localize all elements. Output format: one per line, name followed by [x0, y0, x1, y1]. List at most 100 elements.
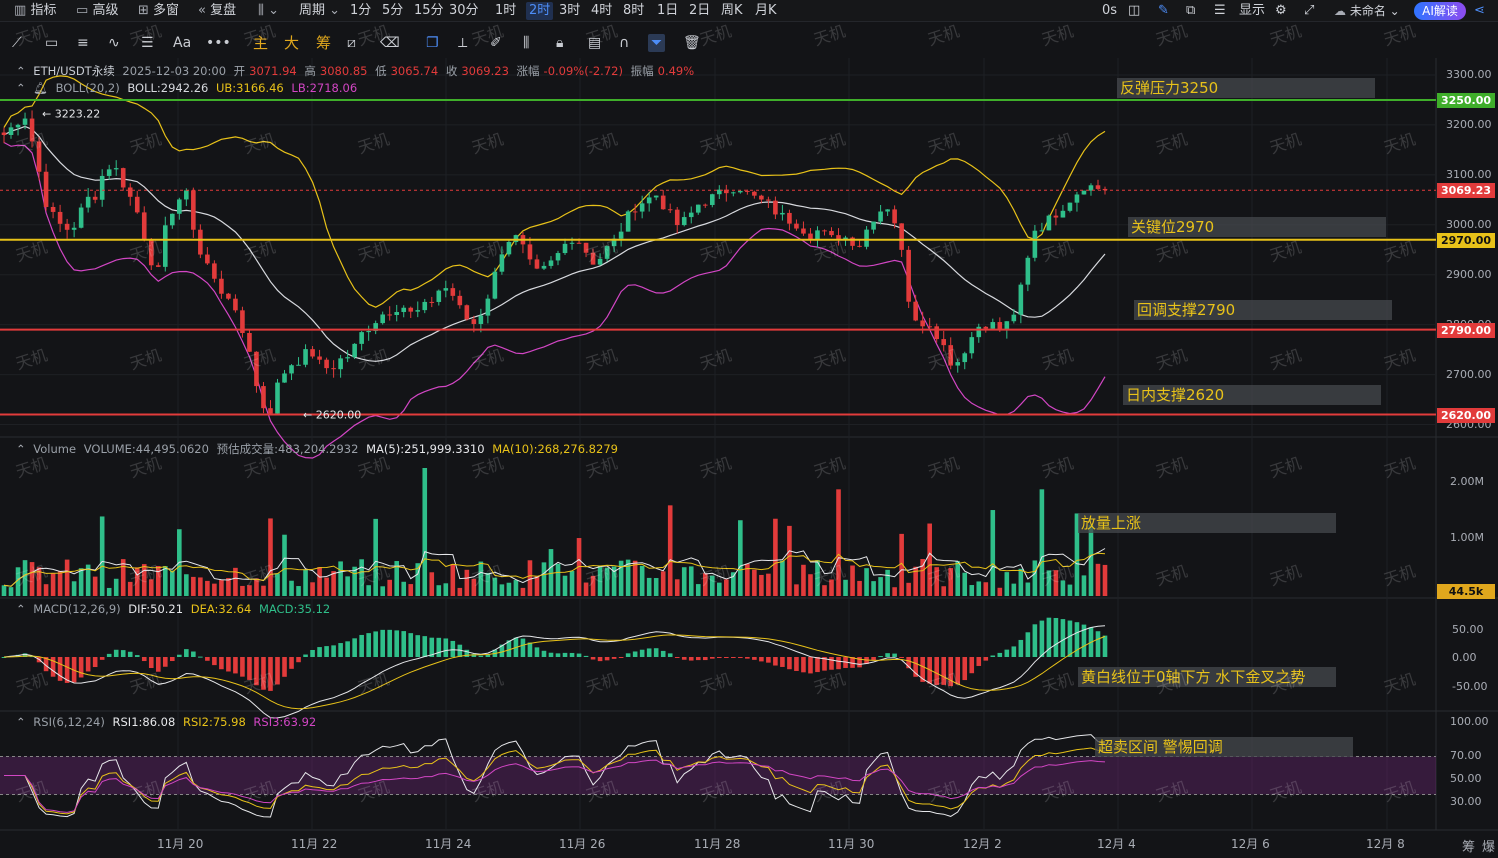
pen-icon[interactable]: ✎ [1158, 2, 1169, 20]
parallel-channel-icon[interactable]: ≡ [77, 34, 89, 52]
price-tick: 3000.00 [1446, 217, 1492, 231]
bars-icon[interactable]: ⫼ [523, 34, 529, 52]
clipboard-icon[interactable]: ▤ [588, 34, 601, 52]
macd-histogram-bar [773, 657, 778, 666]
volume-bar [492, 577, 498, 596]
macd-histogram-bar [359, 634, 364, 657]
interval-1[interactable]: 5分 [382, 2, 403, 20]
interval-9[interactable]: 1日 [657, 2, 678, 20]
volume-bar [387, 579, 393, 596]
trash-icon[interactable]: 🗑︎ [683, 34, 701, 52]
volume-bar [709, 575, 715, 596]
annotation-resistance[interactable]: 反弹压力3250 [1117, 78, 1375, 98]
volume-bar [345, 576, 350, 596]
candle-body [1025, 257, 1031, 285]
settings-icon[interactable]: ⚙ [1275, 2, 1287, 20]
filter-icon[interactable]: ⏷ [648, 34, 666, 52]
macd-histogram-bar [976, 657, 982, 666]
volume-bar [317, 567, 322, 596]
boll-lb: LB:2718.06 [291, 81, 358, 95]
candle-body [1095, 185, 1101, 189]
datetime: 2025-12-03 20:00 [122, 64, 227, 78]
eraser-icon[interactable]: ⌫ [380, 34, 400, 52]
volume-bar [653, 578, 659, 596]
interval-3[interactable]: 30分 [449, 2, 479, 20]
display-button[interactable]: 显示 [1239, 2, 1265, 20]
annotation-key-level[interactable]: 关键位2970 [1128, 217, 1386, 237]
chart-canvas[interactable]: ← 3223.22 ← 2620.00 [0, 0, 1498, 858]
volume-bar [268, 518, 273, 596]
trend-line-icon[interactable]: ⟋ [12, 34, 22, 52]
annotation-macd[interactable]: 黄白线位于0轴下方 水下金叉之势 [1078, 667, 1336, 687]
share-icon[interactable]: ⋖ [1474, 2, 1485, 20]
interval-7[interactable]: 4时 [591, 2, 612, 20]
interval-0[interactable]: 1分 [350, 2, 371, 20]
macd-histogram-bar [170, 657, 175, 662]
candle-body [120, 168, 126, 188]
annotation-intraday-support[interactable]: 日内支撑2620 [1123, 385, 1381, 405]
lock-icon[interactable]: 🔒︎ [556, 34, 563, 52]
magnet-icon[interactable]: ∩ [619, 34, 629, 52]
interval-11[interactable]: 周K [721, 2, 743, 20]
candle-body [50, 206, 56, 212]
volume-bar [212, 583, 217, 596]
fullscreen-icon[interactable]: ⤢ [1304, 2, 1314, 20]
chips-toggle[interactable]: 筹 [316, 34, 331, 52]
candle-body [941, 339, 947, 346]
volume-bar [485, 572, 491, 596]
annotation-pullback-support[interactable]: 回调支撑2790 [1134, 300, 1392, 320]
volume-bar [513, 580, 519, 596]
text-tool[interactable]: Aa [173, 34, 191, 52]
candle-body [1074, 194, 1080, 203]
popout-icon[interactable]: ⧉ [1186, 2, 1195, 20]
chart-type-dropdown[interactable]: ⫼ ⌄ [258, 2, 279, 20]
interval-2[interactable]: 15分 [414, 2, 444, 20]
annotation-rsi[interactable]: 超卖区间 警惕回调 [1095, 737, 1353, 757]
price-tick: 3200.00 [1446, 117, 1492, 131]
candle-body [681, 217, 687, 226]
big-toggle[interactable]: 大 [284, 34, 299, 52]
copy-icon[interactable]: ❐ [426, 34, 439, 52]
macd-histogram-bar [1018, 639, 1024, 657]
brush-icon[interactable]: ✐ [490, 34, 502, 52]
candle-body [906, 249, 911, 302]
interval-6[interactable]: 3时 [559, 2, 580, 20]
period-dropdown[interactable]: 周期 ⌄ [299, 2, 340, 20]
volume-bar [408, 584, 414, 596]
macd-histogram-bar [113, 649, 119, 657]
interval-12[interactable]: 月K [755, 2, 777, 20]
advanced-button[interactable]: ▭ 高级 [76, 2, 118, 20]
interval-8[interactable]: 8时 [623, 2, 644, 20]
ruler-icon[interactable]: ⟂ [458, 34, 467, 52]
ai-analysis-button[interactable]: AI解读 [1414, 2, 1466, 20]
edit-icon[interactable]: ⧄ [347, 34, 356, 52]
chevron-icon: ⌃ [16, 602, 26, 616]
replay-button[interactable]: « 复盘 [198, 2, 236, 20]
indicator-button[interactable]: ▥ 指标 [14, 2, 56, 20]
interval-10[interactable]: 2日 [689, 2, 710, 20]
interval-5[interactable]: 2时 [526, 2, 554, 20]
volume-bar [724, 579, 729, 596]
macd-name: MACD(12,26,9) [33, 602, 121, 616]
wave-icon[interactable]: ∿ [108, 34, 120, 52]
layout-name-button[interactable]: ☁ 未命名 ⌄ [1334, 2, 1400, 20]
rectangle-icon[interactable]: ▭ [45, 34, 58, 52]
amp-value: 0.49% [657, 64, 695, 78]
macd-histogram-bar [695, 657, 701, 661]
list-icon[interactable]: ☰ [1214, 2, 1226, 20]
macd-histogram-bar [198, 656, 203, 658]
fib-lines-icon[interactable]: ☰ [141, 34, 154, 52]
interval-4[interactable]: 1时 [495, 2, 516, 20]
camera-icon[interactable]: ◫ [1128, 2, 1140, 20]
main-toggle[interactable]: 主 [253, 34, 268, 52]
price-tick: 3100.00 [1446, 167, 1492, 181]
more-tools-button[interactable]: ••• [206, 34, 231, 52]
macd-histogram-bar [387, 629, 393, 657]
macd-histogram-bar [141, 657, 147, 662]
low-marker: ← 2620.00 [303, 409, 361, 422]
change-label: 涨幅 [516, 64, 540, 78]
volume-bar [955, 561, 961, 596]
multi-window-button[interactable]: ⊞ 多窗 [138, 2, 179, 20]
macd-histogram-bar [275, 657, 280, 685]
annotation-volume-rise[interactable]: 放量上涨 [1078, 513, 1336, 533]
